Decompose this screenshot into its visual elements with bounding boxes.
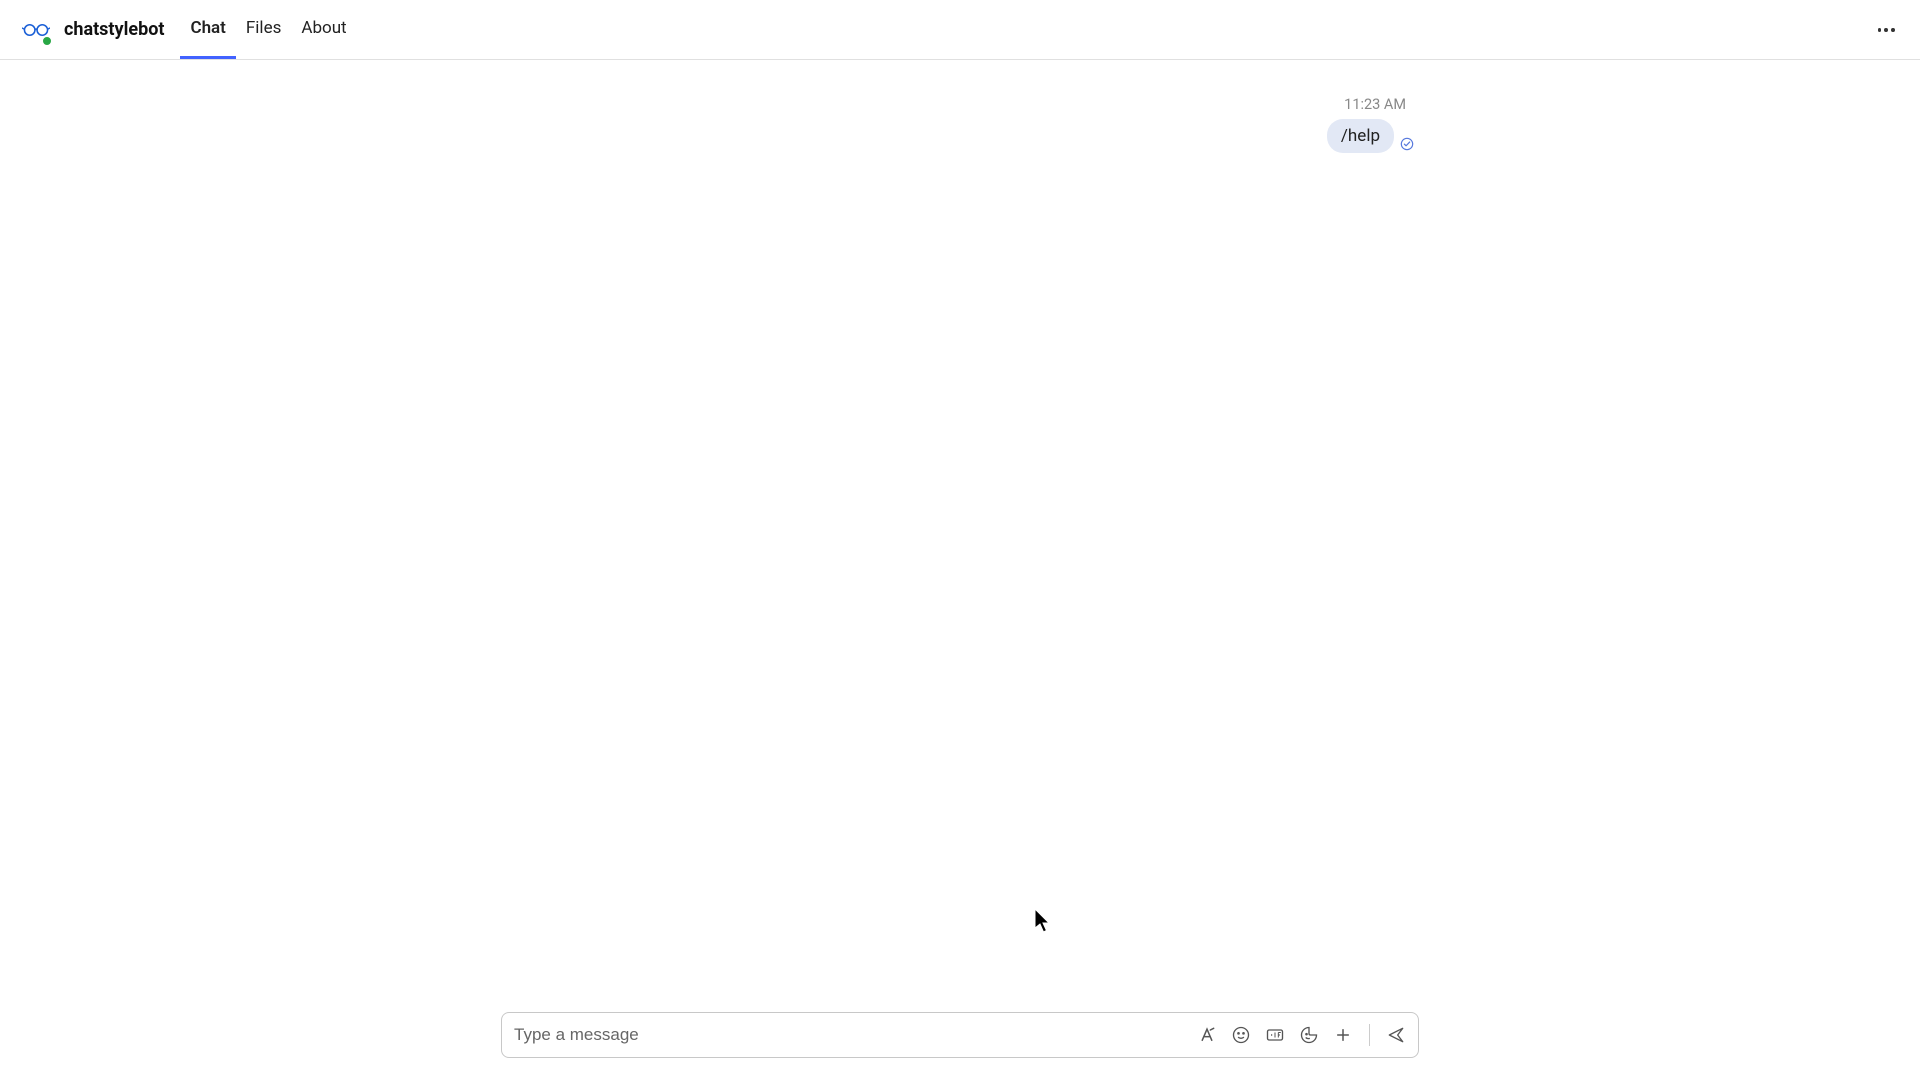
bot-name: chatstylebot xyxy=(64,19,164,40)
header-actions xyxy=(1876,20,1896,40)
outgoing-message-group: 11:23 AM /help xyxy=(1327,96,1414,153)
bot-avatar[interactable] xyxy=(20,14,52,46)
tab-chat[interactable]: Chat xyxy=(180,0,235,59)
format-icon[interactable] xyxy=(1197,1025,1217,1045)
sent-status-icon xyxy=(1400,137,1414,151)
send-button[interactable] xyxy=(1386,1025,1406,1045)
tab-about[interactable]: About xyxy=(291,0,356,59)
message-bubble[interactable]: /help xyxy=(1327,119,1394,153)
chat-header: chatstylebot Chat Files About xyxy=(0,0,1920,60)
message-composer xyxy=(501,1012,1419,1058)
presence-indicator xyxy=(41,35,53,47)
more-options-button[interactable] xyxy=(1876,20,1896,40)
message-timestamp: 11:23 AM xyxy=(1344,96,1406,113)
toolbar-divider xyxy=(1369,1024,1370,1046)
sticker-icon[interactable] xyxy=(1299,1025,1319,1045)
composer-toolbar xyxy=(1197,1024,1406,1046)
message-row: /help xyxy=(1327,119,1414,153)
tab-files[interactable]: Files xyxy=(236,0,291,59)
message-input[interactable] xyxy=(514,1025,1197,1045)
chat-area: 11:23 AM /help xyxy=(0,60,1920,1080)
header-tabs: Chat Files About xyxy=(180,0,356,59)
emoji-icon[interactable] xyxy=(1231,1025,1251,1045)
gif-icon[interactable] xyxy=(1265,1025,1285,1045)
plus-icon[interactable] xyxy=(1333,1025,1353,1045)
